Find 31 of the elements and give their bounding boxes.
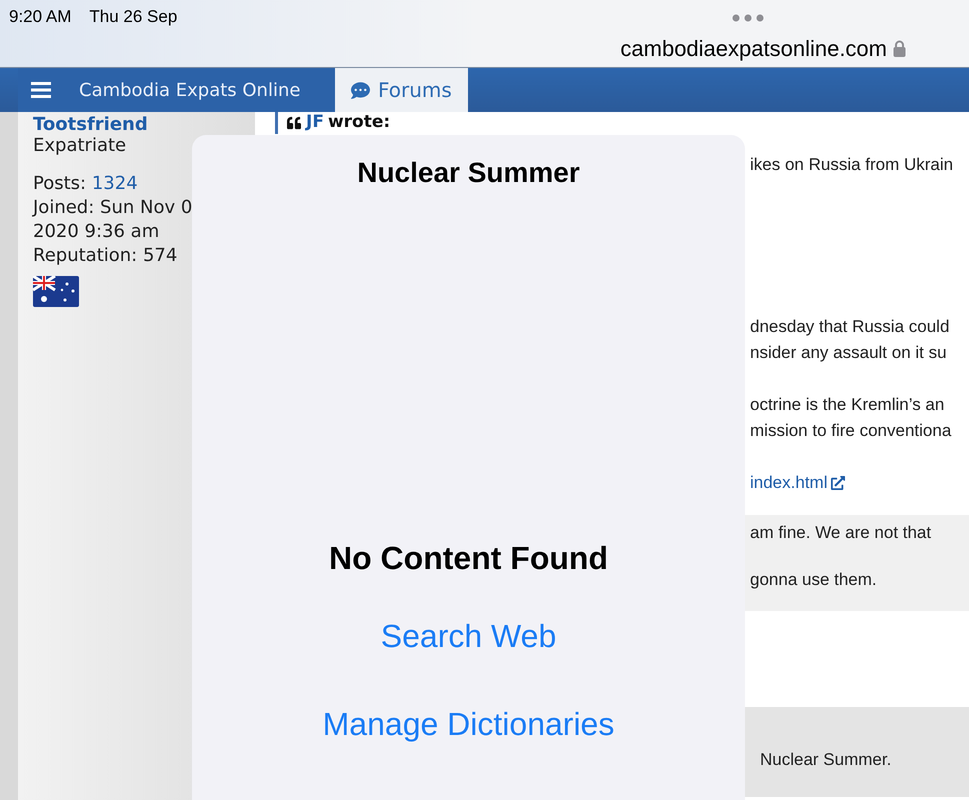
post-text: ikes on Russia from Ukrain <box>750 154 954 176</box>
quote-icon <box>286 116 302 130</box>
reputation: Reputation: 574 <box>33 244 178 268</box>
quote-author[interactable]: JF <box>306 110 324 136</box>
posts-link[interactable]: 1324 <box>92 173 138 194</box>
quote-wrote: wrote: <box>328 111 390 134</box>
australia-flag-icon <box>33 276 79 307</box>
forums-tab[interactable]: Forums <box>335 68 468 112</box>
joined-date: Joined: Sun Nov 0 <box>33 196 194 220</box>
quoted-text: am fine. We are not that <box>745 515 969 567</box>
user-rank: Expatriate <box>33 134 128 158</box>
quoted-text: gonna use them. <box>745 567 969 611</box>
joined-time: 2020 9:36 am <box>33 220 160 244</box>
reply-text: Nuclear Summer. <box>760 750 892 769</box>
speech-bubble-icon <box>351 80 370 100</box>
url-text[interactable]: cambodiaexpatsonline.com <box>620 32 887 64</box>
menu-icon[interactable] <box>31 82 51 98</box>
post-text: mission to fire conventiona <box>750 420 952 442</box>
status-time: 9:20 AM <box>9 6 72 28</box>
article-link[interactable]: index.html <box>750 470 969 496</box>
post-text: octrine is the Kremlin’s an <box>750 394 946 416</box>
no-content-message: No Content Found <box>328 539 608 578</box>
username[interactable]: Tootsfriend <box>33 113 255 137</box>
post-text: dnesday that Russia could <box>750 316 950 338</box>
popover-action[interactable]: Search Web <box>380 612 556 660</box>
post-text: nsider any assault on it su <box>750 342 948 364</box>
external-link-icon <box>831 476 846 490</box>
status-date: Thu 26 Sep <box>89 6 178 28</box>
more-icon[interactable] <box>732 14 764 22</box>
popover-action[interactable]: Manage Dictionaries <box>322 700 614 748</box>
popover-title: Nuclear Summer <box>357 156 580 190</box>
